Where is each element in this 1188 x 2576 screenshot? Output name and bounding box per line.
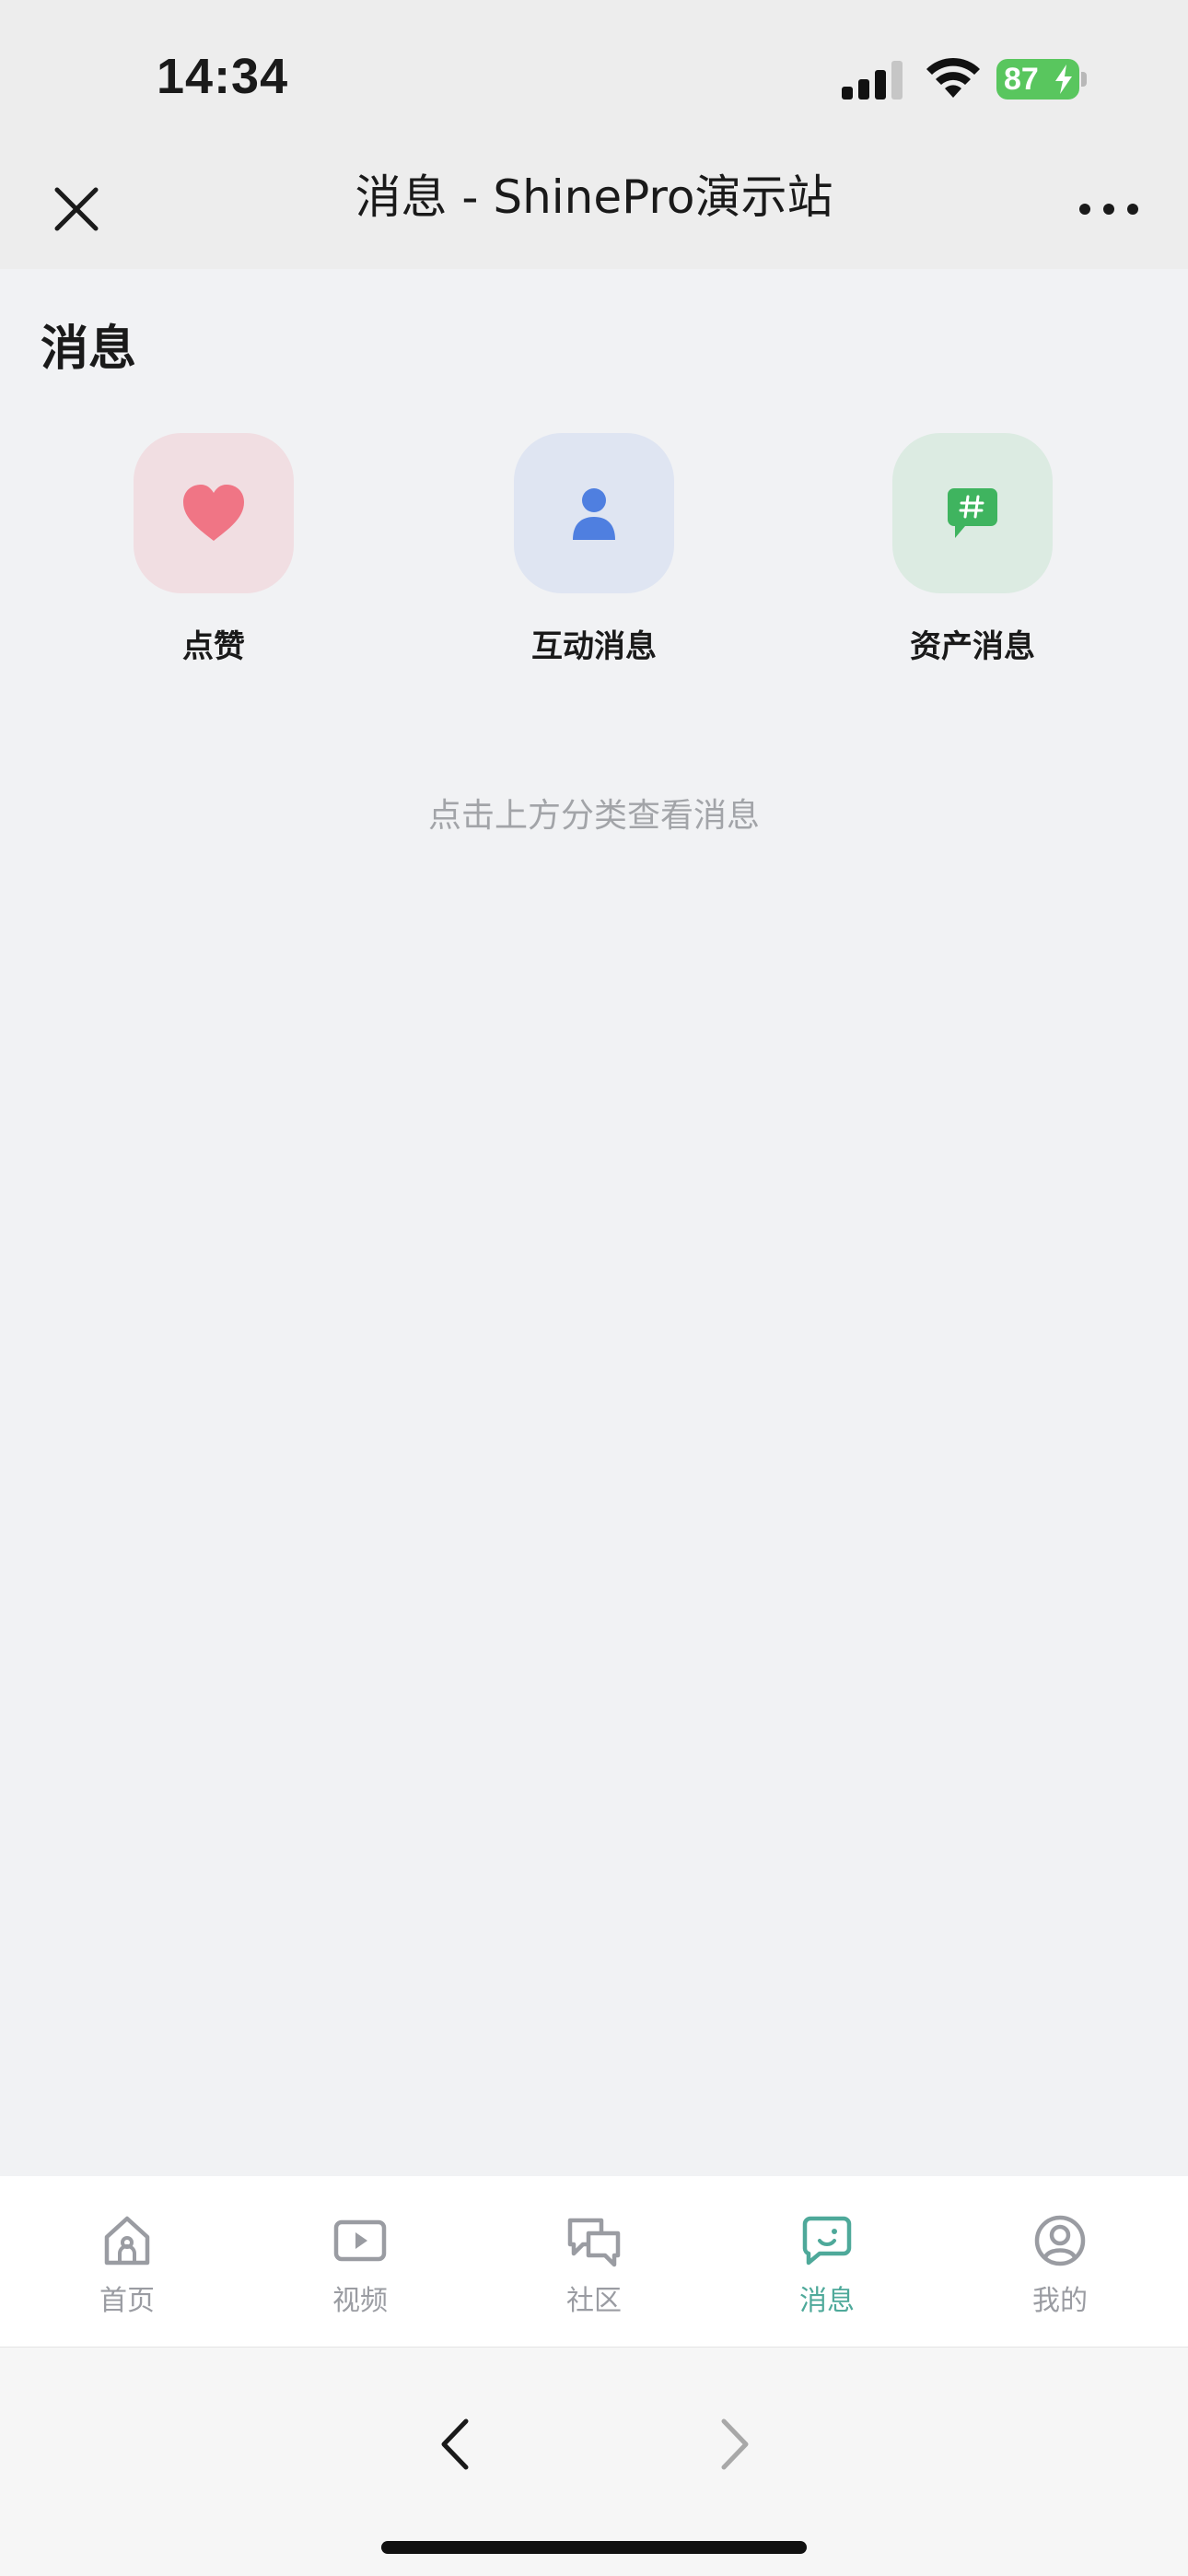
battery-indicator: 87 (996, 59, 1079, 100)
interactions-label: 互动消息 (531, 628, 657, 665)
page-title: 消息 (41, 322, 137, 377)
tab-video-label: 视频 (332, 2285, 388, 2317)
likes-label: 点赞 (182, 628, 245, 665)
tab-home[interactable]: 首页 (35, 2213, 219, 2318)
community-chat-icon (567, 2218, 621, 2267)
heart-icon (183, 485, 244, 541)
tab-community-label: 社区 (566, 2285, 622, 2317)
signal-icon (842, 61, 903, 100)
status-time: 14:34 (157, 49, 289, 104)
empty-hint: 点击上方分类查看消息 (427, 797, 760, 835)
tab-video[interactable]: 视频 (268, 2213, 452, 2318)
battery-level: 87 (1004, 62, 1039, 97)
battery-cap (1081, 72, 1087, 87)
user-icon (573, 488, 615, 540)
message-icon (802, 2216, 852, 2266)
tab-profile[interactable]: 我的 (968, 2213, 1152, 2318)
interactions-tile[interactable] (514, 433, 674, 593)
hashtag-chat-icon (948, 488, 997, 538)
nav-title: 消息 - ShinePro演示站 (355, 170, 833, 224)
tab-bar: 首页 视频 社区 消息 我的 (0, 2176, 1188, 2348)
more-icon[interactable] (1076, 195, 1142, 223)
tab-messages[interactable]: 消息 (735, 2213, 919, 2318)
video-play-icon (333, 2219, 387, 2262)
top-bar-area: 14:34 87 消息 - ShinePro演示站 (0, 0, 1188, 269)
category-likes[interactable]: 点赞 (76, 433, 352, 666)
chevron-left-icon[interactable] (429, 2412, 484, 2476)
tab-profile-label: 我的 (1032, 2285, 1088, 2317)
profile-icon (1034, 2215, 1086, 2266)
browser-nav-bar (0, 2348, 1188, 2576)
home-indicator[interactable] (381, 2541, 807, 2554)
assets-label: 资产消息 (910, 628, 1035, 665)
tab-home-label: 首页 (99, 2285, 155, 2317)
category-assets[interactable]: 资产消息 (834, 433, 1111, 666)
likes-tile[interactable] (134, 433, 294, 593)
tab-messages-label: 消息 (799, 2285, 855, 2317)
category-interactions[interactable]: 互动消息 (456, 433, 732, 666)
assets-tile[interactable] (892, 433, 1053, 593)
chevron-right-icon[interactable] (705, 2412, 761, 2476)
tab-community[interactable]: 社区 (502, 2213, 686, 2318)
wifi-icon (926, 57, 980, 98)
home-icon (104, 2216, 150, 2266)
battery-charging-icon (1055, 64, 1072, 94)
